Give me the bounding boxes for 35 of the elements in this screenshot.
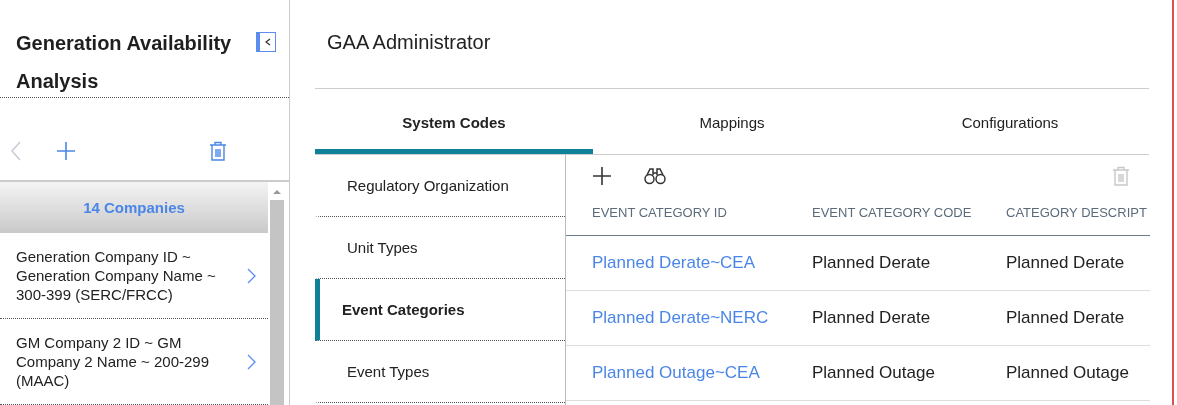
chevron-right-icon	[247, 267, 256, 284]
record-link[interactable]: Planned Derate~CEA	[592, 253, 756, 272]
table-cell: Planned Derate	[786, 290, 980, 346]
column-header: EVENT CATEGORY CODE	[786, 205, 980, 236]
nav-item[interactable]: Event Categories	[315, 279, 565, 341]
tab[interactable]: Configurations	[871, 101, 1149, 154]
tab[interactable]: Mappings	[593, 101, 871, 154]
plus-icon	[592, 166, 612, 186]
add-button[interactable]	[592, 166, 612, 186]
search-button[interactable]	[644, 167, 666, 185]
plus-icon	[56, 141, 76, 161]
table-cell: Planned Derate	[980, 290, 1150, 346]
column-header: EVENT CATEGORY ID	[566, 205, 786, 236]
record-link[interactable]: Planned Outage~CEA	[592, 363, 760, 382]
column-header: CATEGORY DESCRIPT	[980, 205, 1150, 236]
table-cell: Planned Derate	[786, 235, 980, 291]
record-link[interactable]: Planned Derate~NERC	[592, 308, 769, 327]
chevron-left-icon	[10, 141, 22, 161]
app-title: Generation Availability Analysis	[16, 31, 233, 94]
chevron-right-icon	[247, 353, 256, 370]
page-title: GAA Administrator	[315, 0, 1149, 89]
chevron-left-icon	[264, 38, 271, 46]
trash-icon	[209, 141, 227, 161]
nav-item[interactable]: Event Types	[315, 341, 565, 403]
scrollbar-thumb[interactable]	[270, 200, 284, 405]
binoculars-icon	[644, 167, 666, 185]
collapse-button[interactable]	[256, 32, 276, 52]
trash-icon	[1112, 166, 1130, 186]
list-header: 14 Companies	[0, 182, 268, 233]
nav-item[interactable]: Regulatory Organization	[315, 155, 565, 217]
tab[interactable]: System Codes	[315, 101, 593, 154]
table-cell: Planned Derate	[980, 235, 1150, 291]
table-cell: Planned Outage	[980, 345, 1150, 401]
nav-item[interactable]: Unit Types	[315, 217, 565, 279]
table-cell: Planned Outage	[786, 345, 980, 401]
